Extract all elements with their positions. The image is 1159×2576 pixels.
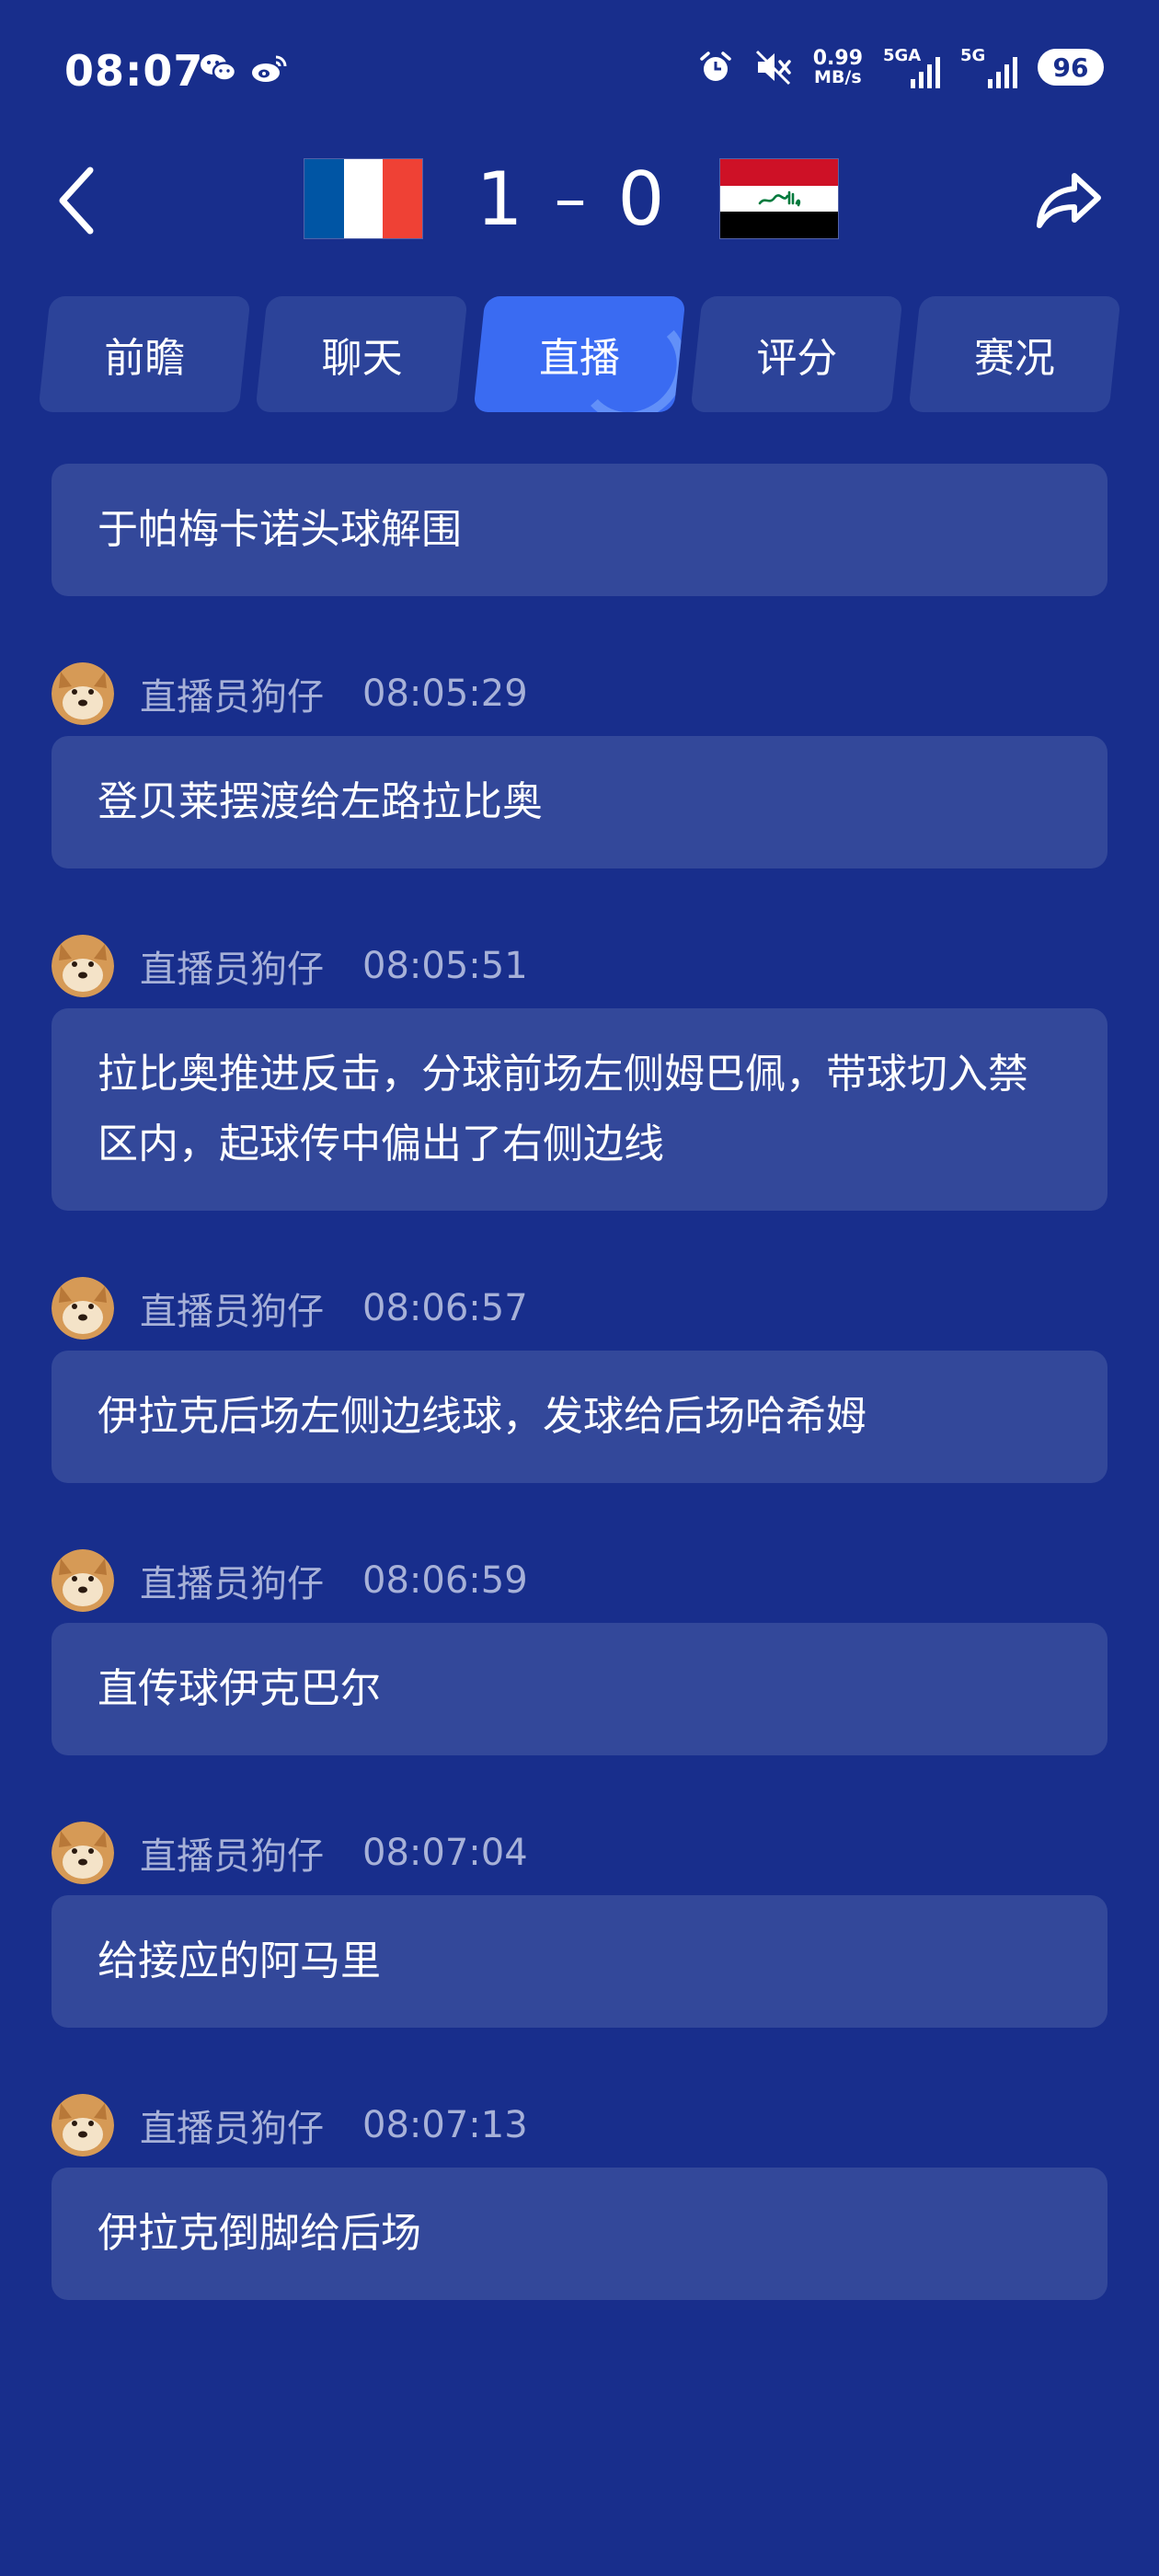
signal-5g: 5G [960, 46, 1017, 88]
weibo-icon [250, 52, 289, 85]
status-right: 0.99 MB/s 5GA 5G 96 [697, 46, 1104, 88]
commentator-name: 直播员狗仔 [140, 1563, 324, 1605]
commentary-meta: 直播员狗仔 08:07:13 [52, 2094, 1107, 2156]
match-score: 1 – 0 [432, 147, 708, 250]
tab-label: 直播 [539, 335, 621, 382]
status-time: 08:07 [64, 46, 204, 96]
flag-stripe [343, 159, 384, 238]
avatar [52, 2094, 114, 2156]
commentary-meta: 直播员狗仔 08:05:51 [52, 935, 1107, 997]
commentator-name: 直播员狗仔 [140, 2108, 324, 2150]
commentary-meta: 直播员狗仔 08:07:04 [52, 1822, 1107, 1884]
flag-stripe [383, 159, 422, 238]
commentator-name: 直播员狗仔 [140, 1835, 324, 1878]
commentator-name: 直播员狗仔 [140, 1291, 324, 1333]
away-score: 0 [617, 155, 665, 242]
share-icon [1037, 173, 1101, 228]
signal-bars-icon [988, 57, 1017, 88]
alarm-icon [697, 49, 734, 86]
commentary-meta: 直播员狗仔 08:06:59 [52, 1549, 1107, 1612]
takbir-emblem-icon [758, 190, 801, 207]
avatar [52, 662, 114, 725]
wechat-icon [199, 52, 237, 85]
iraq-flag [719, 158, 839, 239]
flag-stripe [720, 185, 838, 213]
commentary-time: 08:07:04 [362, 1832, 528, 1874]
commentary-bubble: 拉比奥推进反击，分球前场左侧姆巴佩，带球切入禁区内，起球传中偏出了右侧边线 [52, 1008, 1107, 1211]
commentary-time: 08:05:29 [362, 673, 528, 715]
commentary-time: 08:05:51 [362, 945, 528, 987]
tab-label: 聊天 [321, 335, 403, 382]
commentary-bubble: 登贝莱摆渡给左路拉比奥 [52, 736, 1107, 868]
back-button[interactable] [48, 162, 103, 239]
tab-preview[interactable]: 前瞻 [38, 296, 252, 412]
signal-bars-icon [911, 57, 940, 88]
tab-label: 前瞻 [104, 335, 186, 382]
signal-5ga: 5GA [883, 46, 940, 88]
commentary-bubble: 伊拉克倒脚给后场 [52, 2168, 1107, 2300]
list-item: 直播员狗仔 08:06:57 伊拉克后场左侧边线球，发球给后场哈希姆 [52, 1277, 1107, 1483]
list-item: 直播员狗仔 08:05:29 登贝莱摆渡给左路拉比奥 [52, 662, 1107, 868]
avatar [52, 935, 114, 997]
france-flag [304, 158, 423, 239]
tab-match-stats[interactable]: 赛况 [908, 296, 1121, 412]
battery-indicator: 96 [1038, 49, 1104, 86]
list-item: 直播员狗仔 08:07:04 给接应的阿马里 [52, 1822, 1107, 2028]
net-speed-unit: MB/s [814, 66, 862, 87]
commentary-bubble: 于帕梅卡诺头球解围 [52, 464, 1107, 596]
tab-chat[interactable]: 聊天 [255, 296, 469, 412]
commentary-time: 08:07:13 [362, 2104, 528, 2146]
flag-stripe [304, 159, 344, 238]
back-arrow-icon [59, 167, 94, 235]
flag-stripe [720, 159, 838, 186]
commentator-name: 直播员狗仔 [140, 949, 324, 991]
commentary-bubble: 直传球伊克巴尔 [52, 1623, 1107, 1755]
avatar [52, 1549, 114, 1612]
commentary-bubble: 给接应的阿马里 [52, 1895, 1107, 2028]
match-tabs: 前瞻 聊天 直播 评分 赛况 [38, 296, 1121, 412]
score-separator: – [554, 161, 587, 236]
commentary-meta: 直播员狗仔 08:06:57 [52, 1277, 1107, 1340]
signal-5g-label: 5G [960, 46, 986, 65]
live-commentary-feed[interactable]: 于帕梅卡诺头球解围 直播员狗仔 08:05:29 登贝莱摆渡给左路拉比奥 直播员… [52, 464, 1107, 2300]
mute-icon [754, 49, 793, 86]
commentary-time: 08:06:57 [362, 1287, 528, 1329]
tab-ratings[interactable]: 评分 [690, 296, 904, 412]
commentary-meta: 直播员狗仔 08:05:29 [52, 662, 1107, 725]
list-item: 直播员狗仔 08:07:13 伊拉克倒脚给后场 [52, 2094, 1107, 2300]
flag-stripe [720, 212, 838, 238]
status-bar: 08:07 0.99 MB/s 5GA 5G 96 [0, 0, 1159, 138]
commentator-name: 直播员狗仔 [140, 676, 324, 719]
avatar [52, 1277, 114, 1340]
tab-label: 评分 [756, 335, 838, 382]
home-score: 1 [476, 155, 523, 242]
list-item: 直播员狗仔 08:05:51 拉比奥推进反击，分球前场左侧姆巴佩，带球切入禁区内… [52, 935, 1107, 1211]
list-item: 直播员狗仔 08:06:59 直传球伊克巴尔 [52, 1549, 1107, 1755]
tab-label: 赛况 [973, 335, 1055, 382]
network-speed: 0.99 MB/s [812, 46, 863, 87]
avatar [52, 1822, 114, 1884]
share-button[interactable] [1030, 162, 1107, 239]
commentary-bubble: 伊拉克后场左侧边线球，发球给后场哈希姆 [52, 1351, 1107, 1483]
tab-live[interactable]: 直播 [473, 296, 686, 412]
net-speed-value: 0.99 [812, 46, 863, 70]
match-live-page: 08:07 0.99 MB/s 5GA 5G 96 1 – 0 前瞻 聊天 直播… [0, 0, 1159, 2576]
commentary-time: 08:06:59 [362, 1559, 528, 1602]
notification-icons [199, 52, 289, 85]
